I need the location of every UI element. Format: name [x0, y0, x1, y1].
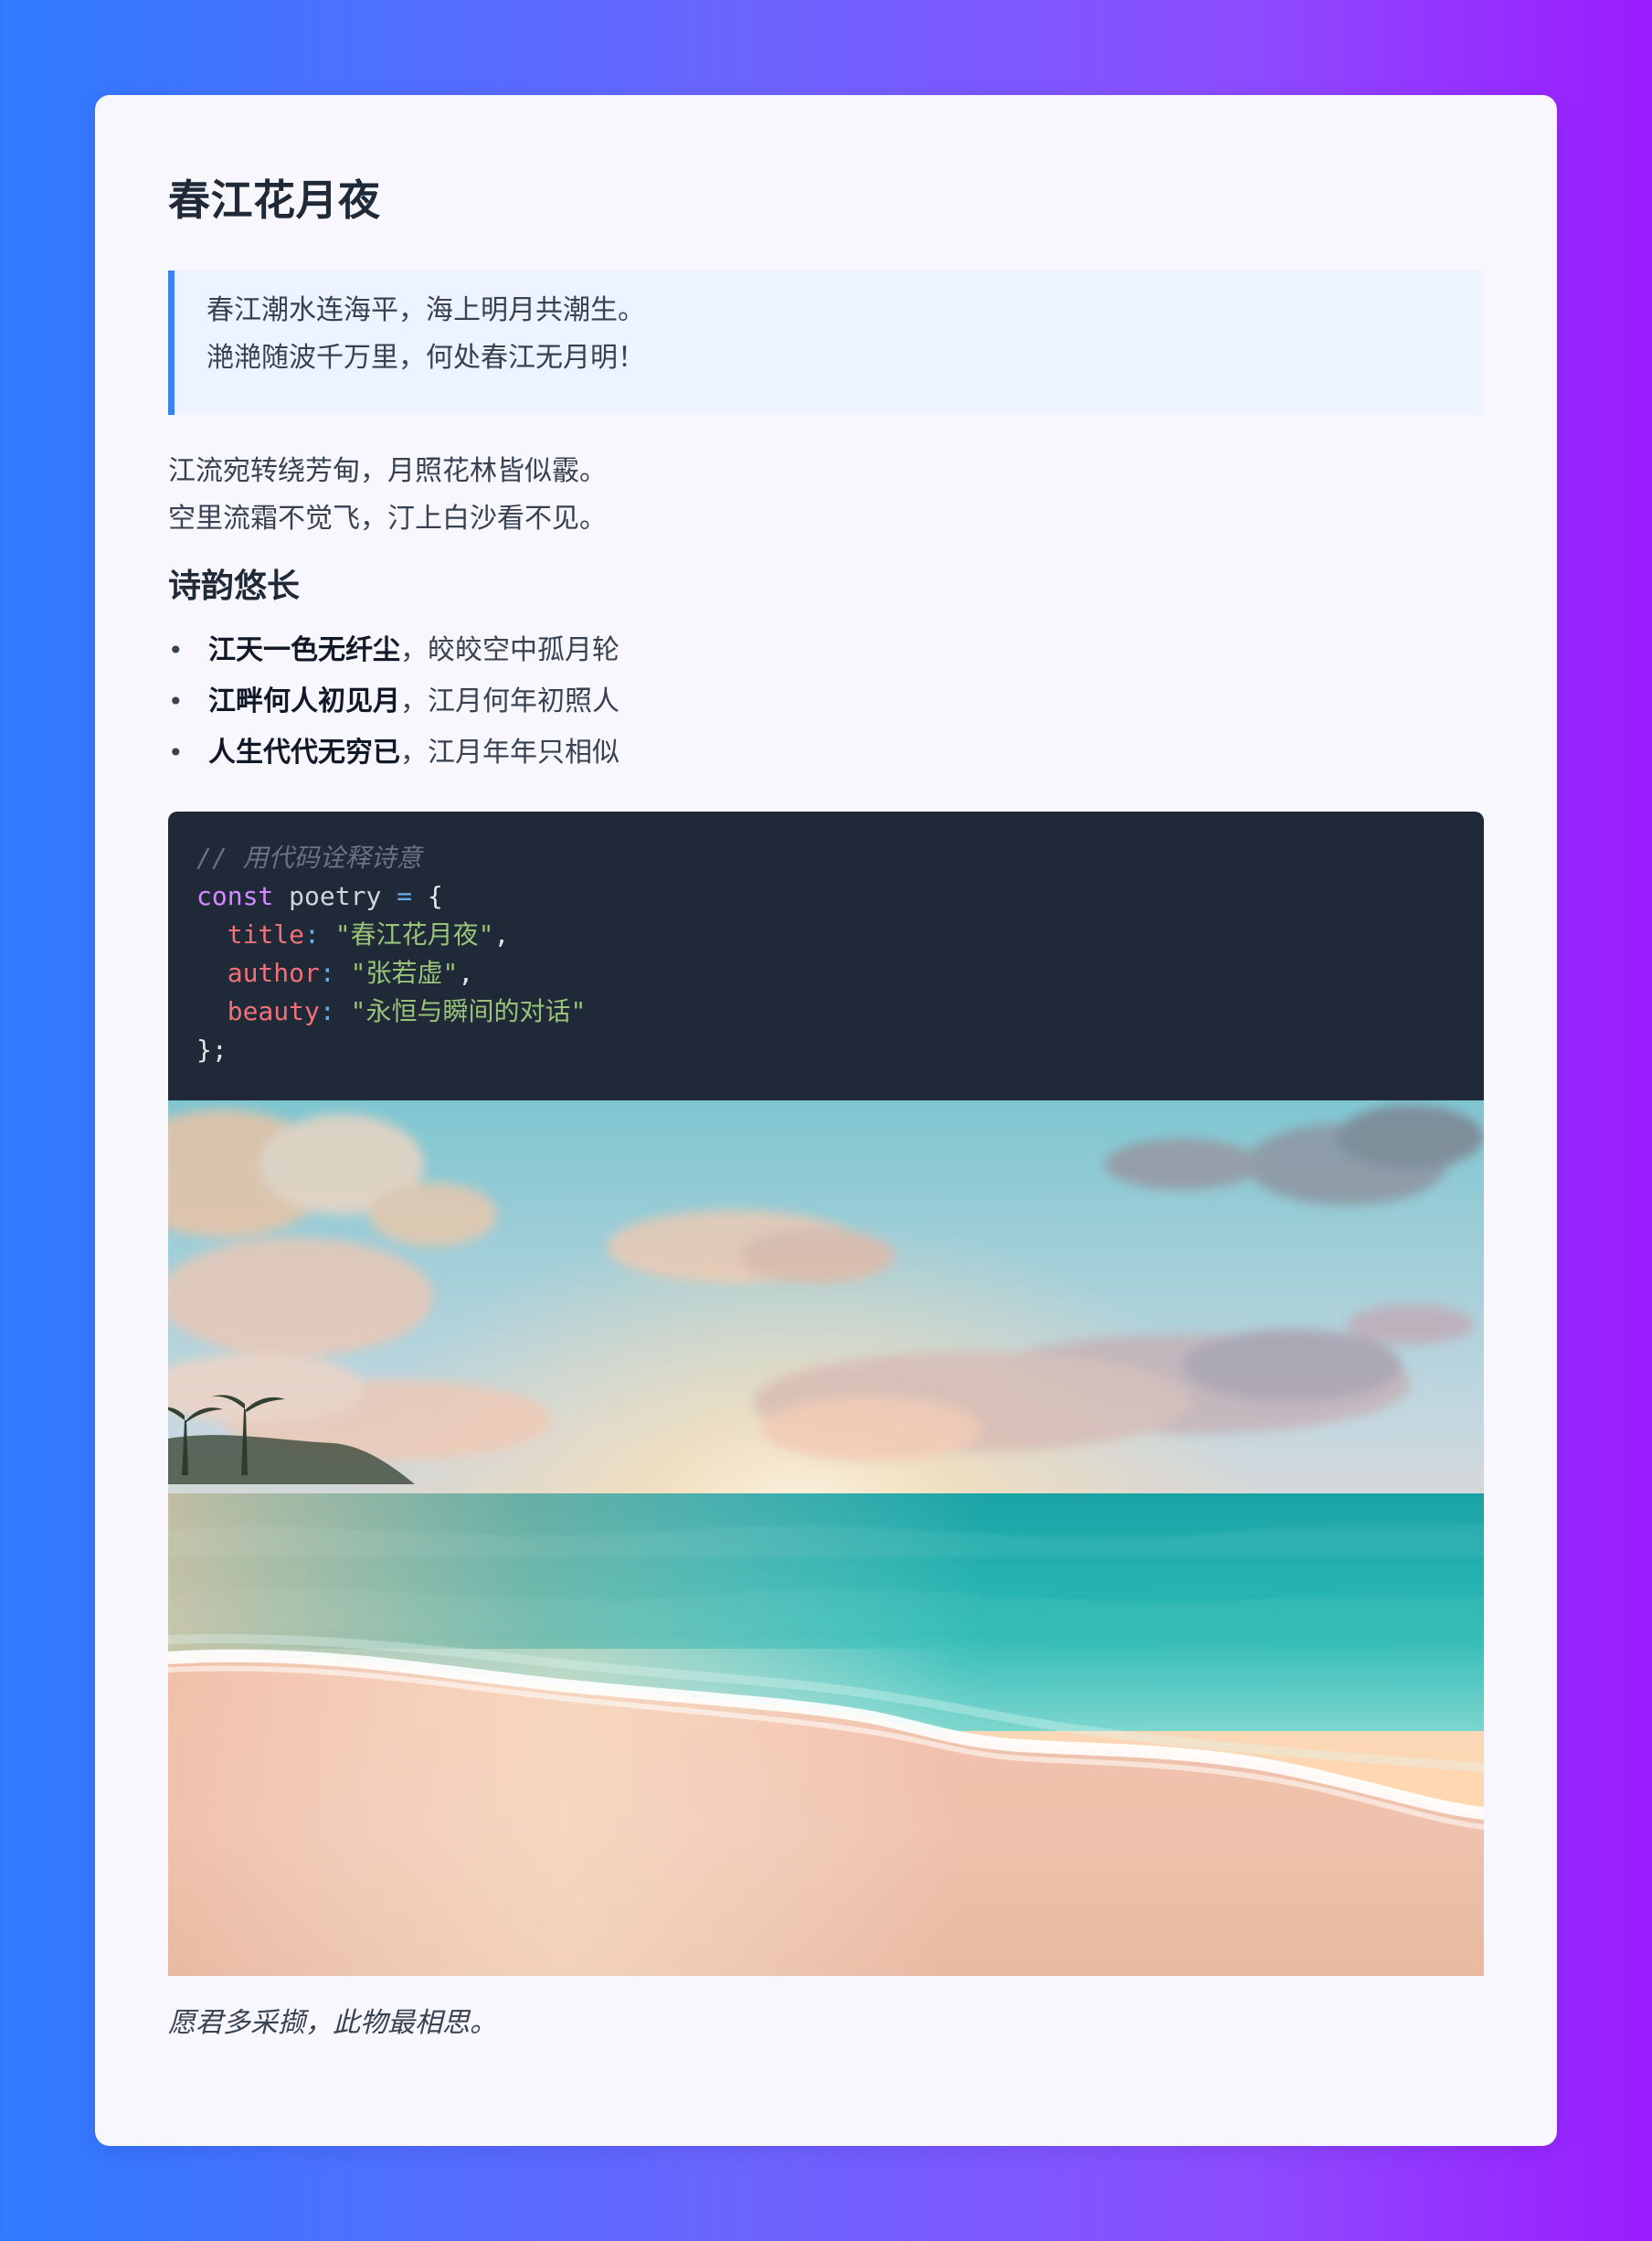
- code-comment-line: // 用代码诠释诗意: [196, 839, 1456, 877]
- list-item: • 江畔何人初见月，江月何年初照人: [168, 676, 1484, 728]
- code-colon: :: [304, 919, 320, 950]
- bullet-icon: •: [168, 635, 184, 665]
- bullet-icon: •: [168, 738, 184, 768]
- list-item: • 江天一色无纤尘，皎皎空中孤月轮: [168, 625, 1484, 676]
- page-canvas: 春江花月夜 春江潮水连海平，海上明月共潮生。 滟滟随波千万里，何处春江无月明！ …: [0, 0, 1652, 2241]
- code-property-key: title: [227, 919, 305, 950]
- article-card: 春江花月夜 春江潮水连海平，海上明月共潮生。 滟滟随波千万里，何处春江无月明！ …: [95, 95, 1557, 2146]
- code-block: // 用代码诠释诗意 const poetry = { title: "春江花月…: [168, 812, 1484, 1100]
- code-brace-close: };: [196, 1035, 228, 1065]
- article-content: 春江花月夜 春江潮水连海平，海上明月共潮生。 滟滟随波千万里，何处春江无月明！ …: [168, 166, 1484, 2045]
- code-identifier: poetry: [289, 881, 382, 911]
- beach-sunset-image: [168, 1100, 1484, 1976]
- code-comma: ,: [493, 919, 510, 950]
- code-property-value: "永恒与瞬间的对话": [350, 996, 587, 1026]
- page-title: 春江花月夜: [168, 175, 381, 225]
- code-property-line: author: "张若虚",: [196, 954, 1456, 993]
- bullet-icon: •: [168, 686, 184, 717]
- list-item: • 人生代代无穷已，江月年年只相似: [168, 728, 1484, 779]
- sand-glow: [168, 1649, 1484, 1976]
- code-comment: // 用代码诠释诗意: [196, 843, 422, 873]
- list-item-text: ，江月何年初照人: [400, 685, 620, 717]
- blockquote: 春江潮水连海平，海上明月共潮生。 滟滟随波千万里，何处春江无月明！: [168, 271, 1484, 415]
- beach-sunset-illustration: [168, 1100, 1484, 1976]
- code-comma: ,: [458, 958, 474, 988]
- code-property-value: "春江花月夜": [334, 919, 494, 950]
- poem-line: 空里流霜不觉飞，汀上白沙看不见。: [168, 503, 607, 535]
- code-property-line: beauty: "永恒与瞬间的对话": [196, 993, 1456, 1031]
- code-declaration-line: const poetry = {: [196, 877, 1456, 916]
- code-close-line: };: [196, 1031, 1456, 1069]
- code-property-key: author: [227, 958, 320, 988]
- poem-line: 江流宛转绕芳甸，月照花林皆似霰。: [168, 455, 607, 487]
- poem-paragraph: 江流宛转绕芳甸，月照花林皆似霰。 空里流霜不觉飞，汀上白沙看不见。: [168, 448, 1484, 543]
- list-item-text: ，江月年年只相似: [400, 737, 620, 769]
- code-colon: :: [319, 958, 335, 988]
- quote-line: 滟滟随波千万里，何处春江无月明！: [206, 342, 645, 374]
- list-item-strong: 人生代代无穷已: [208, 737, 400, 769]
- code-property-key: beauty: [227, 996, 320, 1026]
- list-item-strong: 江畔何人初见月: [208, 685, 400, 717]
- code-property-value: "张若虚": [350, 958, 459, 988]
- code-brace-open: {: [427, 881, 443, 911]
- bullet-list: • 江天一色无纤尘，皎皎空中孤月轮 • 江畔何人初见月，江月何年初照人 • 人生…: [168, 625, 1484, 779]
- code-keyword: const: [196, 881, 274, 911]
- code-colon: :: [319, 996, 335, 1026]
- list-item-text: ，皎皎空中孤月轮: [400, 634, 620, 666]
- quote-line: 春江潮水连海平，海上明月共潮生。: [206, 294, 645, 326]
- code-operator: =: [397, 881, 413, 911]
- section-heading: 诗韵悠长: [168, 568, 301, 605]
- list-item-strong: 江天一色无纤尘: [208, 634, 400, 666]
- code-property-line: title: "春江花月夜",: [196, 916, 1456, 954]
- image-caption: 愿君多采撷，此物最相思。: [168, 2007, 497, 2039]
